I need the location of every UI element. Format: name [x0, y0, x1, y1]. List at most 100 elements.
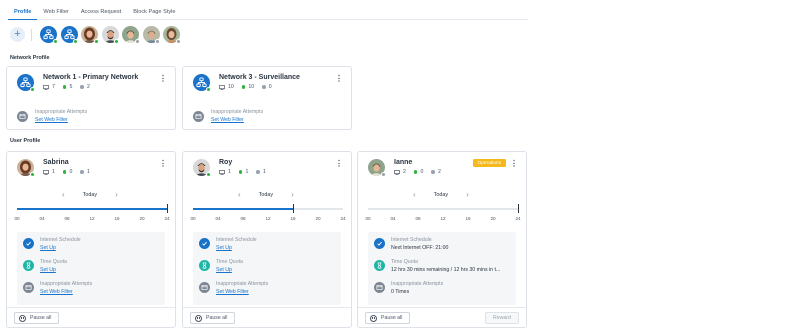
pause-all-button[interactable]: Pause all	[14, 312, 60, 324]
tab-profile[interactable]: Profile	[8, 6, 38, 20]
more-options-icon[interactable]: ⋮	[335, 75, 343, 83]
set-web-filter-link[interactable]: Set Web Filter	[35, 117, 87, 123]
more-options-icon[interactable]: ⋮	[335, 160, 343, 168]
timeline-tick-label: 08	[64, 216, 70, 221]
prev-day-icon[interactable]: ‹	[238, 190, 241, 199]
online-count: 0	[420, 169, 424, 175]
add-profile-button[interactable]: +	[10, 27, 25, 42]
device-count: 10	[228, 84, 234, 90]
device-icon	[219, 169, 225, 175]
strip-user-roy[interactable]	[101, 26, 119, 44]
strip-user-ianne[interactable]	[122, 26, 140, 44]
pause-all-button[interactable]: Pause all	[365, 312, 411, 324]
check-icon	[23, 238, 34, 249]
controls-panel: Internet Schedule Next Internet OFF: 21:0…	[368, 232, 516, 305]
timeline-now-marker	[166, 204, 168, 213]
strip-user-4[interactable]	[142, 26, 160, 44]
online-status-icon	[73, 38, 78, 44]
hourglass-icon	[374, 260, 385, 271]
timeline-tick-label: 04	[390, 216, 396, 221]
timeline-tick-label: 16	[290, 216, 296, 221]
tab-block-page-style[interactable]: Block Page Style	[127, 6, 181, 20]
time-quota-value: 12 hrs 30 mins remaining / 12 hrs 30 min…	[391, 267, 501, 273]
strip-user-5[interactable]	[163, 26, 181, 44]
online-dot-icon	[238, 170, 243, 174]
timeline-now-marker	[517, 204, 519, 213]
time-quota-value[interactable]: Set Up	[216, 267, 243, 273]
device-count: 1	[228, 169, 231, 175]
section-title-network-profile: Network Profile	[10, 55, 50, 61]
strip-network-1[interactable]	[40, 26, 58, 44]
strip-network-2[interactable]	[60, 26, 78, 44]
offline-count: 1	[86, 169, 90, 175]
avatar-wrap	[368, 159, 386, 177]
user-card-roy[interactable]: Roy 1 1 1 ⋮ ‹ Today › 00 04 08 12 16 20 24 Internet Sch…	[182, 151, 352, 328]
online-count: 1	[245, 169, 249, 175]
online-dot-icon	[62, 85, 67, 89]
offline-dot-icon	[262, 85, 266, 89]
inappropriate-attempts-label: Inappropriate Attempts	[40, 281, 93, 287]
pause-icon	[195, 314, 202, 322]
timeline-tick-label: 08	[240, 216, 246, 221]
time-quota-value[interactable]: Set Up	[40, 267, 67, 273]
online-dot-icon	[241, 85, 246, 89]
next-day-icon[interactable]: ›	[115, 190, 118, 199]
more-options-icon[interactable]: ⋮	[159, 160, 167, 168]
timeline-tick-label: 24	[164, 216, 170, 221]
offline-count: 2	[86, 84, 90, 90]
user-card-ianne[interactable]: Ianne 2 0 2 Operations ⋮ ‹ Today › 00 04 08 12 16 20 24…	[357, 151, 527, 328]
offline-count: 1	[262, 169, 266, 175]
pause-all-button[interactable]: Pause all	[190, 312, 236, 324]
blocked-attempts-icon	[374, 282, 385, 293]
day-label: Today	[258, 191, 274, 198]
online-status-icon	[93, 38, 99, 44]
strip-user-sabrina[interactable]	[81, 26, 99, 44]
timeline-tick-label: 16	[465, 216, 471, 221]
card-footer: Pause all Reward	[358, 307, 526, 327]
more-options-icon[interactable]: ⋮	[159, 75, 167, 83]
set-web-filter-link[interactable]: Set Web Filter	[40, 289, 92, 295]
network-name: Network 1 - Primary Network	[43, 74, 139, 81]
inappropriate-attempts-label: Inappropriate Attempts	[211, 109, 264, 115]
internet-schedule-value[interactable]: Set Up	[40, 245, 81, 251]
internet-schedule-value[interactable]: Set Up	[216, 245, 257, 251]
offline-status-icon	[175, 38, 181, 44]
network-name: Network 3 - Surveillance	[219, 74, 300, 81]
network-card-2[interactable]: Network 3 - Surveillance 10 10 0 ⋮ Inapp…	[182, 66, 352, 130]
internet-schedule-label: Internet Schedule	[391, 237, 432, 243]
network-card-1[interactable]: Network 1 - Primary Network 7 5 2 ⋮ Inap…	[6, 66, 176, 130]
tab-bar: Profile Web Filter Access Request Block …	[8, 6, 528, 20]
online-dot-icon	[413, 170, 418, 174]
tab-web-filter[interactable]: Web Filter	[37, 6, 74, 20]
next-day-icon[interactable]: ›	[466, 190, 469, 199]
timeline-tick-label: 12	[440, 216, 446, 221]
hourglass-icon	[199, 260, 210, 271]
blocked-attempts-icon	[199, 282, 210, 293]
next-day-icon[interactable]: ›	[291, 190, 294, 199]
user-name: Ianne	[394, 159, 413, 166]
set-web-filter-link[interactable]: Set Web Filter	[216, 289, 268, 295]
set-web-filter-link[interactable]: Set Web Filter	[211, 117, 263, 123]
time-quota-label: Time Quota	[391, 259, 418, 265]
timeline-tick-label: 20	[139, 216, 145, 221]
day-label: Today	[433, 191, 449, 198]
inappropriate-attempts-label: Inappropriate Attempts	[391, 281, 444, 287]
pause-all-label: Pause all	[381, 315, 403, 321]
timeline-tick-label: 24	[515, 216, 521, 221]
timeline-tick-label: 20	[490, 216, 496, 221]
pause-icon	[19, 314, 26, 322]
online-dot-icon	[62, 170, 67, 174]
internet-schedule-value: Next Internet OFF: 21:00	[391, 245, 449, 251]
user-card-sabrina[interactable]: Sabrina 1 0 1 ⋮ ‹ Today › 00 04 08 12 16 20 24 Internet…	[6, 151, 176, 328]
profile-strip: +	[10, 25, 184, 44]
tab-access-request[interactable]: Access Request	[75, 6, 127, 20]
prev-day-icon[interactable]: ‹	[62, 190, 65, 199]
device-count: 2	[403, 169, 406, 175]
more-options-icon[interactable]: ⋮	[510, 160, 518, 168]
offline-status-icon	[134, 38, 140, 44]
network-icon-wrap	[193, 74, 211, 92]
prev-day-icon[interactable]: ‹	[413, 190, 416, 199]
timeline-tick-label: 24	[340, 216, 346, 221]
user-name: Sabrina	[43, 159, 69, 166]
device-icon	[43, 169, 49, 175]
